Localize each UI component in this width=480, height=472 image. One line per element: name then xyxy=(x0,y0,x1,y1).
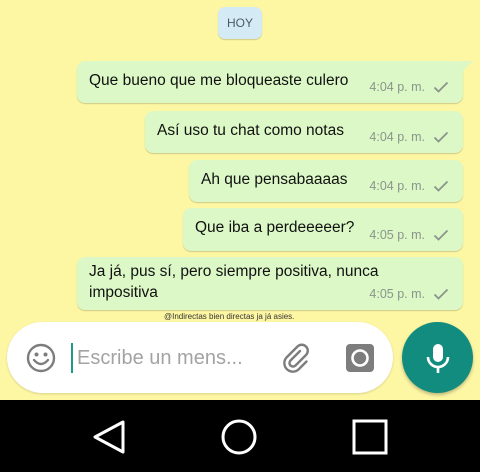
message-meta: 4:04 p. m. xyxy=(369,130,449,144)
emoji-icon[interactable] xyxy=(25,342,57,374)
message-bubble[interactable]: Así uso tu chat como notas 4:04 p. m. xyxy=(145,111,463,153)
message-text: Así uso tu chat como notas xyxy=(157,122,344,139)
voice-message-button[interactable] xyxy=(402,322,473,393)
sent-check-icon xyxy=(433,180,449,192)
message-meta: 4:05 p. m. xyxy=(369,228,449,242)
paperclip-icon[interactable] xyxy=(279,341,313,375)
message-bubble[interactable]: Ja já, pus sí, pero siempre positiva, nu… xyxy=(77,257,463,310)
message-meta: 4:05 p. m. xyxy=(369,287,449,301)
message-input[interactable] xyxy=(77,342,273,374)
date-chip: HOY xyxy=(218,7,262,39)
watermark-text: @Indirectas bien directas ja já asies. xyxy=(164,312,295,321)
microphone-icon xyxy=(426,343,449,373)
message-time: 4:05 p. m. xyxy=(369,228,425,242)
message-time: 4:04 p. m. xyxy=(369,130,425,144)
message-text-line: impositiva xyxy=(89,284,158,301)
message-meta: 4:04 p. m. xyxy=(369,80,449,94)
message-bubble[interactable]: Que bueno que me bloqueaste culero 4:04 … xyxy=(77,61,473,103)
text-cursor xyxy=(71,343,73,373)
message-bubble[interactable]: Que iba a perdeeeeer? 4:05 p. m. xyxy=(183,208,463,251)
message-meta: 4:04 p. m. xyxy=(369,179,449,193)
message-composer xyxy=(7,322,393,393)
sent-check-icon xyxy=(433,131,449,143)
message-time: 4:04 p. m. xyxy=(369,80,425,94)
message-text-line: Ja já, pus sí, pero siempre positiva, nu… xyxy=(89,263,379,280)
message-text: Que bueno que me bloqueaste culero xyxy=(89,72,349,89)
message-bubble[interactable]: Ah que pensabaaaas 4:04 p. m. xyxy=(189,160,463,202)
recents-icon[interactable] xyxy=(351,418,389,456)
bubble-tail xyxy=(459,61,473,75)
camera-icon[interactable] xyxy=(344,342,376,374)
back-icon[interactable] xyxy=(90,418,128,456)
date-label: HOY xyxy=(226,16,253,30)
message-text: Ah que pensabaaaas xyxy=(201,171,348,188)
message-time: 4:04 p. m. xyxy=(369,179,425,193)
home-icon[interactable] xyxy=(220,418,258,456)
sent-check-icon xyxy=(433,81,449,93)
message-time: 4:05 p. m. xyxy=(369,287,425,301)
message-text: Que iba a perdeeeeer? xyxy=(195,219,355,236)
sent-check-icon xyxy=(433,229,449,241)
sent-check-icon xyxy=(433,288,449,300)
navigation-bar xyxy=(0,400,480,472)
